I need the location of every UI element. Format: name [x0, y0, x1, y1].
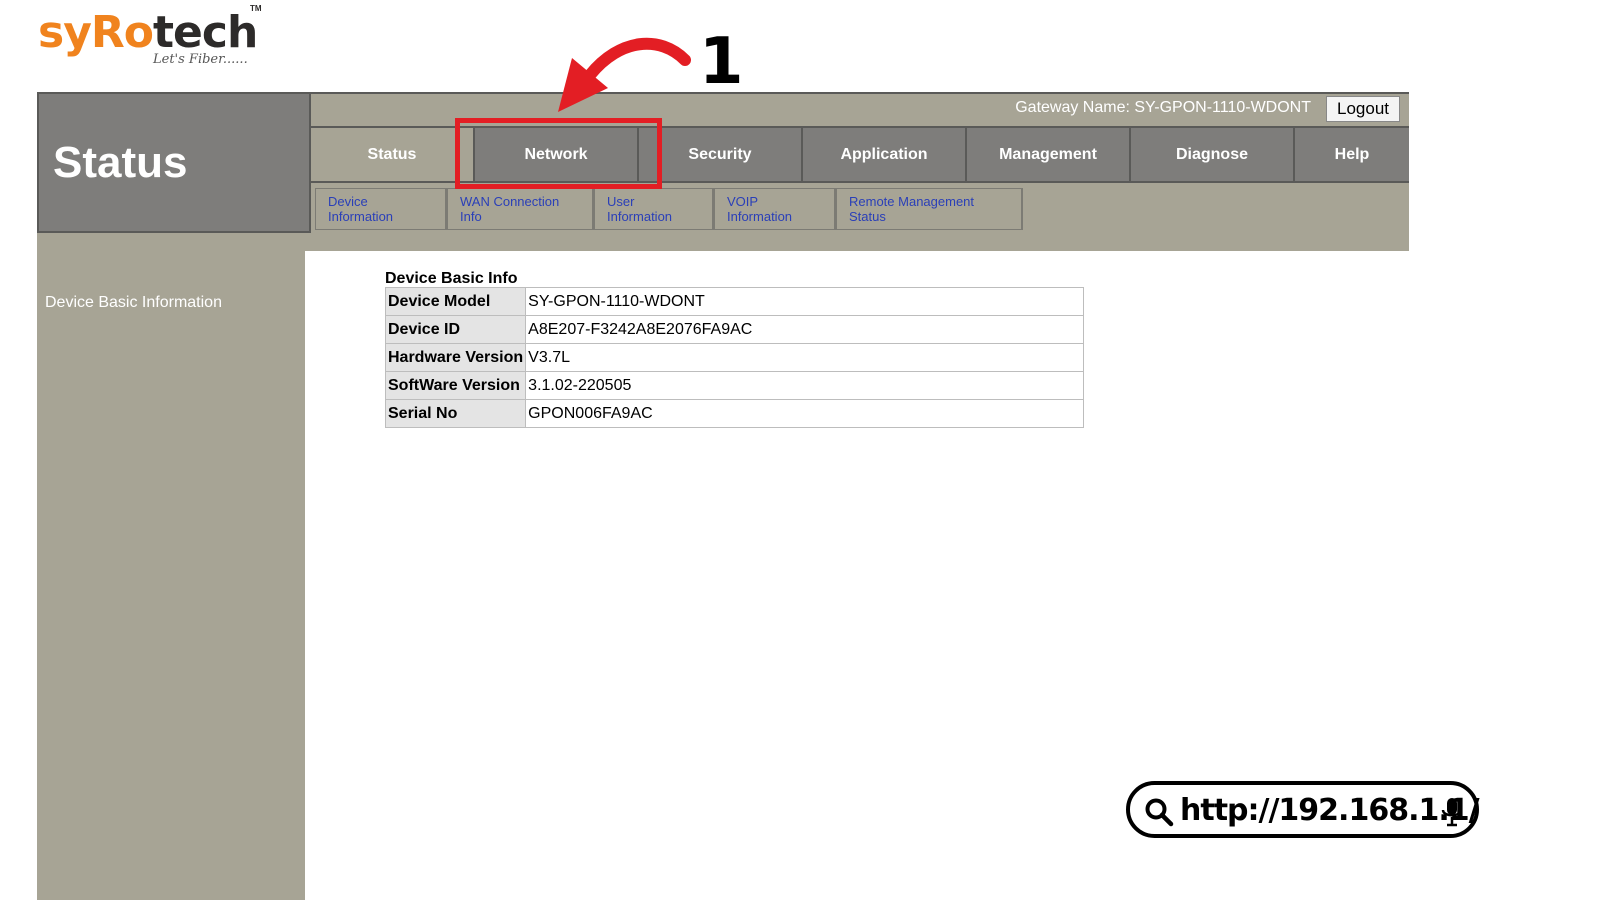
device-info-table: Device Model SY-GPON-1110-WDONT Device I… — [384, 287, 1084, 428]
tab-help[interactable]: Help — [1295, 128, 1409, 181]
network-tab-highlight — [455, 118, 662, 189]
microphone-icon — [1441, 798, 1463, 827]
row-value: SY-GPON-1110-WDONT — [525, 287, 1084, 316]
header-frame: Status Gateway Name: SY-GPON-1110-WDONT … — [37, 92, 1409, 233]
logo-part-sy: sy — [38, 7, 92, 58]
url-bar[interactable]: http://192.168.1.1/ — [1126, 781, 1480, 838]
step-number: 1 — [699, 25, 744, 99]
logo-part-ro: Ro — [90, 7, 154, 58]
table-row: Device Model SY-GPON-1110-WDONT — [384, 287, 1084, 316]
row-value: GPON006FA9AC — [525, 399, 1084, 428]
subtab-device-information[interactable]: Device Information — [315, 188, 447, 230]
row-key: Device Model — [384, 287, 527, 316]
row-key: Serial No — [384, 399, 527, 428]
gateway-name-label: Gateway Name: SY-GPON-1110-WDONT — [1015, 99, 1311, 116]
logo-trademark: TM — [250, 4, 262, 13]
brand-logo: syRotech TM Let's Fiber...... — [38, 2, 268, 72]
tab-security[interactable]: Security — [639, 128, 803, 181]
subtab-user-information[interactable]: User Information — [594, 188, 714, 230]
curved-arrow-icon — [558, 37, 691, 112]
row-key: SoftWare Version — [384, 371, 527, 400]
row-value: A8E207-F3242A8E2076FA9AC — [525, 315, 1084, 344]
search-icon — [1145, 798, 1174, 827]
subtab-voip-information[interactable]: VOIP Information — [714, 188, 836, 230]
sidebar-item-device-basic-information[interactable]: Device Basic Information — [45, 294, 222, 312]
sidebar: Device Basic Information — [37, 251, 305, 900]
tab-diagnose[interactable]: Diagnose — [1131, 128, 1295, 181]
table-row: Serial No GPON006FA9AC — [384, 399, 1084, 428]
subtab-wan-connection-info[interactable]: WAN Connection Info — [447, 188, 594, 230]
logout-button[interactable]: Logout — [1326, 96, 1400, 122]
row-value: V3.7L — [525, 343, 1084, 372]
logo-tagline: Let's Fiber...... — [153, 52, 248, 67]
header-bottom-strip — [37, 233, 1409, 251]
table-row: SoftWare Version 3.1.02-220505 — [384, 371, 1084, 400]
sub-tab-bar: Device Information WAN Connection Info U… — [311, 185, 1023, 231]
table-row: Hardware Version V3.7L — [384, 343, 1084, 372]
tab-status[interactable]: Status — [311, 128, 475, 181]
row-value: 3.1.02-220505 — [525, 371, 1084, 400]
subtab-remote-management-status[interactable]: Remote Management Status — [836, 188, 1023, 230]
row-key: Hardware Version — [384, 343, 527, 372]
url-text: http://192.168.1.1/ — [1180, 793, 1480, 828]
tab-application[interactable]: Application — [803, 128, 967, 181]
table-row: Device ID A8E207-F3242A8E2076FA9AC — [384, 315, 1084, 344]
section-title: Device Basic Info — [385, 270, 518, 287]
tab-management[interactable]: Management — [967, 128, 1131, 181]
logo-part-tech: tech — [152, 7, 258, 58]
module-title: Status — [53, 138, 188, 187]
row-key: Device ID — [384, 315, 527, 344]
